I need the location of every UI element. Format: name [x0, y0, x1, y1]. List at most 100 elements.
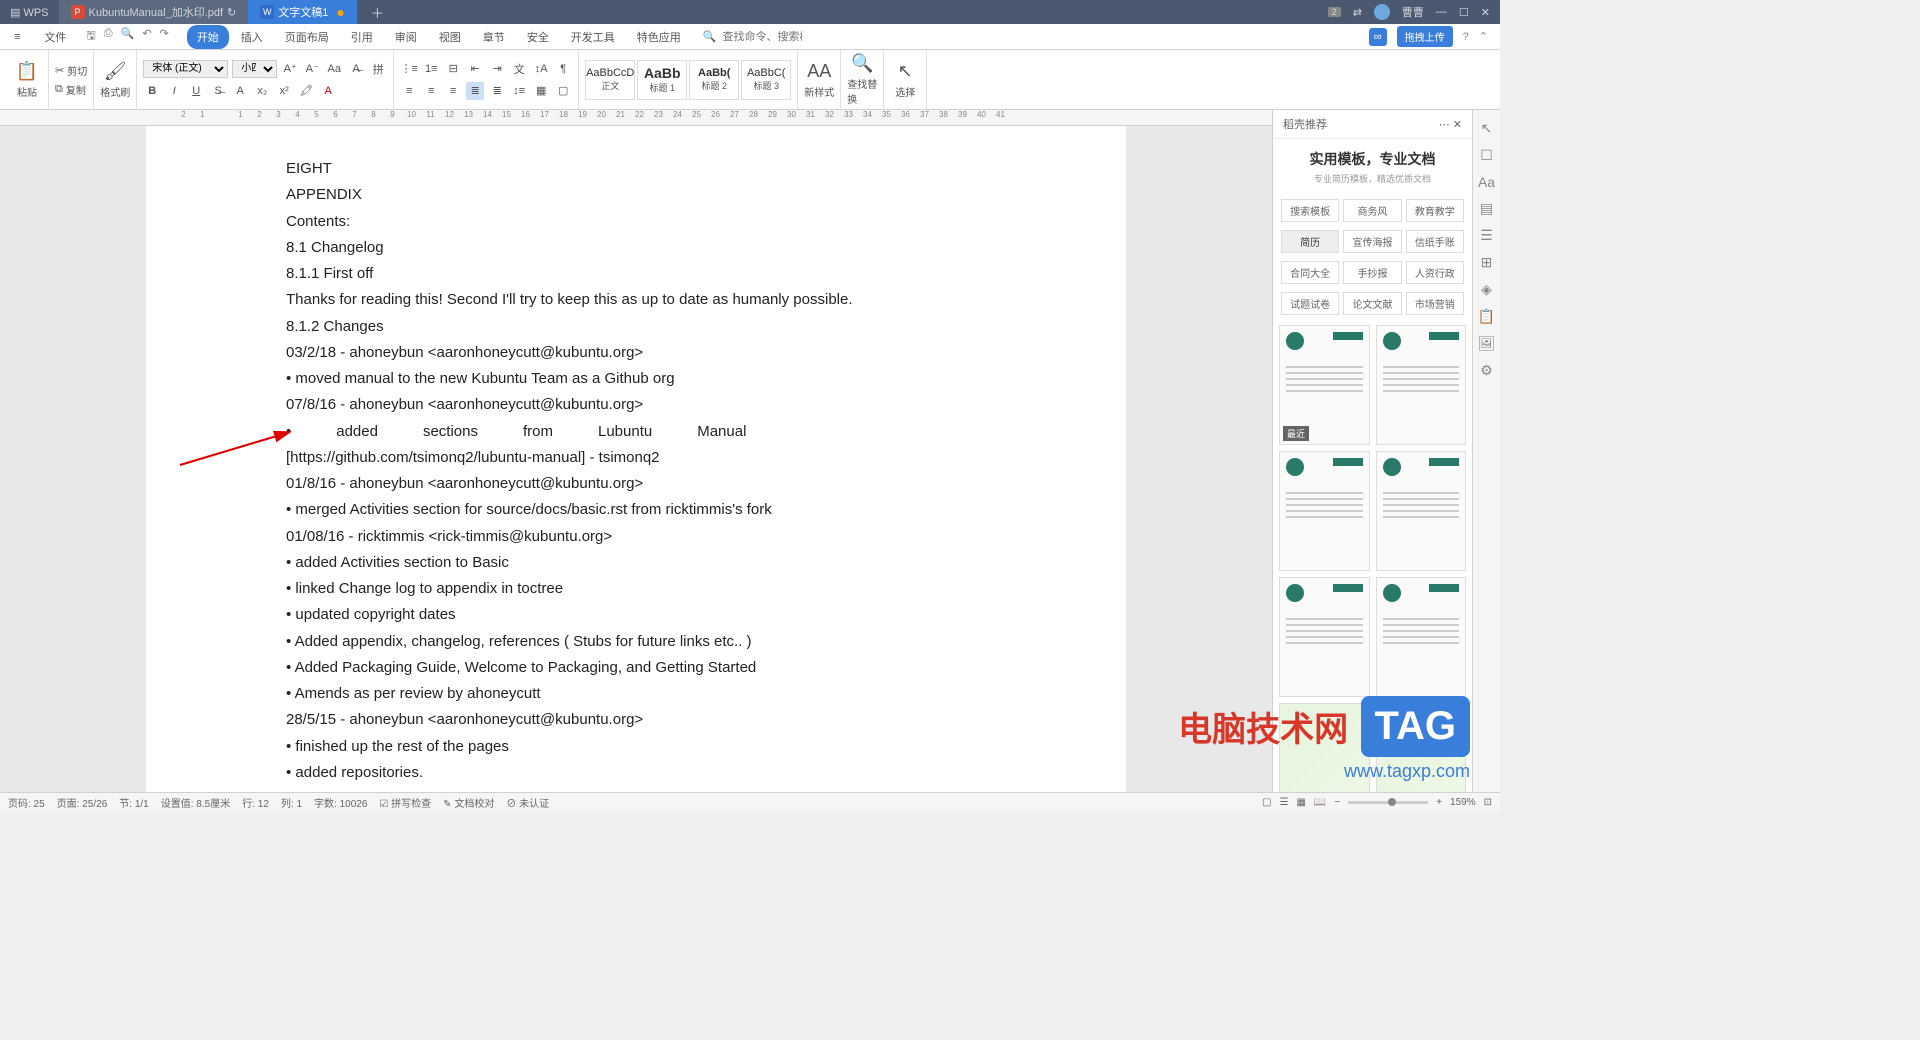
- zoom-out-icon[interactable]: −: [1334, 797, 1340, 808]
- superscript-icon[interactable]: x²: [275, 82, 293, 100]
- align-left-icon[interactable]: ≡: [400, 82, 418, 100]
- panel-options-icon[interactable]: ⋯ ✕: [1439, 118, 1462, 131]
- horizontal-ruler[interactable]: 21 1234567891011121314151617181920212223…: [0, 110, 1272, 126]
- paste-button[interactable]: 📋 粘贴: [12, 61, 42, 99]
- object-icon[interactable]: ◈: [1481, 281, 1492, 298]
- pinyin-icon[interactable]: 拼: [369, 60, 387, 78]
- shading-icon[interactable]: ▦: [532, 82, 550, 100]
- decrease-indent-icon[interactable]: ⇤: [466, 60, 484, 78]
- template-item[interactable]: [1279, 451, 1370, 571]
- font-size-select[interactable]: 小四: [232, 60, 277, 78]
- number-list-icon[interactable]: 1≡: [422, 60, 440, 78]
- font-color-icon[interactable]: A: [319, 82, 337, 100]
- zoom-slider[interactable]: [1348, 801, 1428, 804]
- align-right-icon[interactable]: ≡: [444, 82, 462, 100]
- view-web-icon[interactable]: ▦: [1296, 797, 1305, 808]
- find-replace-button[interactable]: 🔍 查找替换: [847, 53, 877, 106]
- filter-chip[interactable]: 宣传海报: [1343, 230, 1401, 253]
- upload-button[interactable]: 拖拽上传: [1397, 26, 1453, 47]
- tab-pdf[interactable]: P KubuntuManual_加水印.pdf ↻: [59, 0, 249, 24]
- status-page-count[interactable]: 页面: 25/26: [57, 795, 108, 810]
- status-spellcheck[interactable]: ☑ 拼写检查: [379, 795, 431, 810]
- template-item[interactable]: [1376, 703, 1467, 792]
- redo-icon[interactable]: ↷: [160, 27, 169, 46]
- template-item[interactable]: [1376, 325, 1467, 445]
- minimize-icon[interactable]: —: [1436, 6, 1447, 18]
- ribbon-tab-special[interactable]: 特色应用: [627, 25, 691, 49]
- align-justify-icon[interactable]: ≣: [466, 82, 484, 100]
- italic-button[interactable]: I: [165, 82, 183, 100]
- highlight-icon[interactable]: 🖍: [297, 82, 315, 100]
- view-outline-icon[interactable]: ☰: [1279, 797, 1288, 808]
- notification-badge[interactable]: 2: [1328, 7, 1341, 17]
- close-window-icon[interactable]: ✕: [1481, 6, 1490, 19]
- nav-pane-icon[interactable]: ▤: [1480, 200, 1493, 217]
- line-spacing-icon[interactable]: ↕≡: [510, 82, 528, 100]
- ribbon-tab-review[interactable]: 审阅: [385, 25, 427, 49]
- ribbon-tab-chapter[interactable]: 章节: [473, 25, 515, 49]
- filter-chip[interactable]: 论文文献: [1343, 292, 1401, 315]
- undo-icon[interactable]: ↶: [142, 27, 151, 46]
- align-distribute-icon[interactable]: ≣: [488, 82, 506, 100]
- document-area[interactable]: 21 1234567891011121314151617181920212223…: [0, 110, 1272, 792]
- show-marks-icon[interactable]: ¶: [554, 60, 572, 78]
- status-unauth[interactable]: ⊘ 未认证: [506, 795, 549, 810]
- filter-chip[interactable]: 商务风: [1343, 199, 1401, 222]
- style-normal[interactable]: AaBbCcD正文: [585, 60, 635, 100]
- template-item[interactable]: [1279, 703, 1370, 792]
- status-page-num[interactable]: 页码: 25: [8, 795, 45, 810]
- multilevel-list-icon[interactable]: ⊟: [444, 60, 462, 78]
- ribbon-tab-insert[interactable]: 插入: [231, 25, 273, 49]
- ribbon-tab-layout[interactable]: 页面布局: [275, 25, 339, 49]
- bullet-list-icon[interactable]: ⋮≡: [400, 60, 418, 78]
- filter-chip[interactable]: 合同大全: [1281, 261, 1339, 284]
- filter-chip[interactable]: 搜索模板: [1281, 199, 1339, 222]
- template-item[interactable]: 最近: [1279, 325, 1370, 445]
- filter-chip[interactable]: 手抄报: [1343, 261, 1401, 284]
- sort-icon[interactable]: ↕A: [532, 60, 550, 78]
- template-item[interactable]: [1376, 577, 1467, 697]
- bookmark-icon[interactable]: ⊞: [1481, 254, 1493, 271]
- search-input[interactable]: [722, 31, 802, 43]
- zoom-level[interactable]: 159%: [1450, 797, 1476, 808]
- filter-chip[interactable]: 试题试卷: [1281, 292, 1339, 315]
- filter-chip[interactable]: 信纸手账: [1406, 230, 1464, 253]
- status-proofing[interactable]: ✎ 文档校对: [443, 795, 494, 810]
- copy-button[interactable]: ⧉复制: [55, 82, 87, 97]
- tab-refresh-icon[interactable]: ↻: [227, 6, 236, 19]
- underline-button[interactable]: U: [187, 82, 205, 100]
- ribbon-tab-references[interactable]: 引用: [341, 25, 383, 49]
- ribbon-tab-view[interactable]: 视图: [429, 25, 471, 49]
- menu-hamburger-icon[interactable]: ≡: [4, 29, 30, 45]
- subscript-icon[interactable]: x₂: [253, 82, 271, 100]
- print-icon[interactable]: ⎙: [104, 27, 113, 46]
- ribbon-tab-devtools[interactable]: 开发工具: [561, 25, 625, 49]
- save-icon[interactable]: 🖫: [86, 27, 95, 46]
- zoom-in-icon[interactable]: +: [1436, 797, 1442, 808]
- view-read-icon[interactable]: 📖: [1314, 797, 1326, 808]
- user-avatar[interactable]: [1374, 4, 1390, 20]
- template-item[interactable]: [1279, 577, 1370, 697]
- status-chars[interactable]: 字数: 10026: [314, 795, 367, 810]
- borders-icon[interactable]: ▢: [554, 82, 572, 100]
- filter-chip[interactable]: 人资行政: [1406, 261, 1464, 284]
- filter-chip[interactable]: 市场营销: [1406, 292, 1464, 315]
- increase-indent-icon[interactable]: ⇥: [488, 60, 506, 78]
- strike-button[interactable]: S̶: [209, 82, 227, 100]
- ribbon-tab-start[interactable]: 开始: [187, 25, 229, 49]
- collapse-ribbon-icon[interactable]: ⌃: [1479, 30, 1488, 43]
- filter-chip[interactable]: 教育教学: [1406, 199, 1464, 222]
- align-center-icon[interactable]: ≡: [422, 82, 440, 100]
- bold-button[interactable]: B: [143, 82, 161, 100]
- preview-icon[interactable]: 🔍: [121, 27, 135, 46]
- font-family-select[interactable]: 宋体 (正文): [143, 60, 228, 78]
- template-item[interactable]: [1376, 451, 1467, 571]
- document-page[interactable]: EIGHT APPENDIX Contents: 8.1 Changelog 8…: [146, 126, 1126, 792]
- font-effects-icon[interactable]: A: [231, 82, 249, 100]
- cut-button[interactable]: ✂剪切: [55, 63, 87, 78]
- settings-gear-icon[interactable]: ⚙: [1480, 362, 1493, 379]
- maximize-icon[interactable]: ☐: [1459, 6, 1469, 19]
- image-tool-icon[interactable]: 🖼: [1478, 335, 1496, 352]
- cursor-tool-icon[interactable]: ↖: [1481, 120, 1493, 137]
- tab-doc-active[interactable]: W 文字文稿1 ●: [248, 0, 357, 24]
